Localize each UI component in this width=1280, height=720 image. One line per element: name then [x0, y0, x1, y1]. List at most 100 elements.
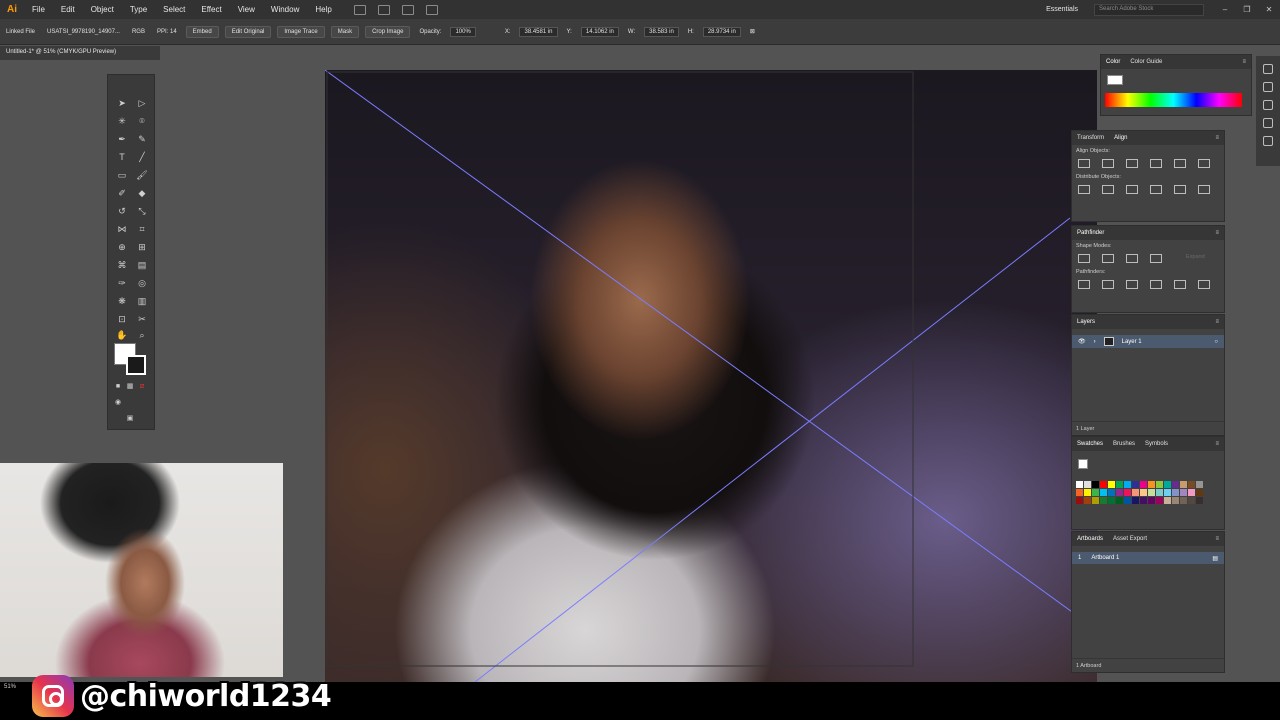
- gradient-mode-icon[interactable]: ▦: [124, 381, 136, 393]
- color-swatch[interactable]: [1140, 489, 1147, 496]
- mesh-tool-icon[interactable]: ⌘: [116, 259, 128, 271]
- hand-tool-icon[interactable]: ✋: [116, 329, 128, 341]
- layer-name[interactable]: Layer 1: [1122, 339, 1142, 345]
- outline-icon[interactable]: [1174, 280, 1186, 289]
- color-swatch[interactable]: [1092, 489, 1099, 496]
- color-swatch[interactable]: [1076, 489, 1083, 496]
- minus-back-icon[interactable]: [1198, 280, 1210, 289]
- minimize-icon[interactable]: –: [1214, 5, 1236, 14]
- tab-swatches[interactable]: Swatches: [1077, 441, 1103, 447]
- symbol-sprayer-tool-icon[interactable]: ❋: [116, 295, 128, 307]
- color-swatch[interactable]: [1148, 481, 1155, 488]
- color-spectrum[interactable]: [1105, 93, 1242, 107]
- color-swatch[interactable]: [1196, 497, 1203, 504]
- unite-icon[interactable]: [1078, 254, 1090, 263]
- gradient-tool-icon[interactable]: ▤: [136, 259, 148, 271]
- color-swatch[interactable]: [1156, 481, 1163, 488]
- menu-file[interactable]: File: [24, 5, 53, 14]
- stroke-swatch[interactable]: [126, 355, 146, 375]
- free-transform-tool-icon[interactable]: ⌗: [136, 223, 148, 235]
- align-vcenter-icon[interactable]: [1174, 159, 1186, 168]
- shaper-tool-icon[interactable]: ✐: [116, 187, 128, 199]
- tab-asset-export[interactable]: Asset Export: [1113, 536, 1147, 542]
- slice-tool-icon[interactable]: ✂: [136, 313, 148, 325]
- target-circle-icon[interactable]: ○: [1214, 339, 1218, 345]
- image-trace-button[interactable]: Image Trace: [277, 25, 325, 38]
- artboard-name[interactable]: Artboard 1: [1091, 555, 1119, 561]
- transparency-icon[interactable]: [1263, 136, 1273, 146]
- line-tool-icon[interactable]: ╱: [136, 151, 148, 163]
- color-swatch[interactable]: [1108, 489, 1115, 496]
- selection-tool-icon[interactable]: ➤: [116, 97, 128, 109]
- color-swatch[interactable]: [1132, 489, 1139, 496]
- arrange-documents-icon[interactable]: [401, 4, 414, 15]
- color-swatch[interactable]: [1100, 497, 1107, 504]
- color-swatch[interactable]: [1188, 497, 1195, 504]
- close-icon[interactable]: ✕: [1258, 5, 1280, 14]
- distribute-bottom-icon[interactable]: [1126, 185, 1138, 194]
- color-swatch[interactable]: [1196, 489, 1203, 496]
- color-swatch[interactable]: [1076, 481, 1083, 488]
- menu-select[interactable]: Select: [155, 5, 193, 14]
- lasso-tool-icon[interactable]: ⌾: [136, 115, 148, 127]
- zoom-level[interactable]: 51%: [4, 684, 16, 690]
- artboard-options-icon[interactable]: ▤: [1212, 555, 1218, 562]
- distribute-vcenter-icon[interactable]: [1102, 185, 1114, 194]
- tab-artboards[interactable]: Artboards: [1077, 536, 1103, 542]
- color-swatch[interactable]: [1084, 497, 1091, 504]
- edit-original-button[interactable]: Edit Original: [224, 25, 272, 38]
- pen-tool-icon[interactable]: ✒: [116, 133, 128, 145]
- color-swatch[interactable]: [1164, 481, 1171, 488]
- linked-file-label[interactable]: Linked File: [0, 29, 41, 35]
- column-graph-tool-icon[interactable]: ▥: [136, 295, 148, 307]
- expand-button[interactable]: Expand: [1186, 254, 1205, 263]
- file-name-link[interactable]: USATSI_9978190_14907...: [41, 29, 126, 35]
- trim-icon[interactable]: [1102, 280, 1114, 289]
- merge-icon[interactable]: [1126, 280, 1138, 289]
- crop-icon[interactable]: [1150, 280, 1162, 289]
- perspective-grid-tool-icon[interactable]: ⊞: [136, 241, 148, 253]
- crop-image-button[interactable]: Crop Image: [365, 25, 411, 38]
- transform-icon[interactable]: ⊠: [744, 28, 761, 35]
- exclude-icon[interactable]: [1150, 254, 1162, 263]
- panel-menu-icon[interactable]: ≡: [1242, 59, 1246, 65]
- menu-object[interactable]: Object: [83, 5, 122, 14]
- gpu-performance-icon[interactable]: [425, 4, 438, 15]
- color-swatch[interactable]: [1116, 481, 1123, 488]
- color-swatch[interactable]: [1140, 497, 1147, 504]
- color-swatch[interactable]: [1132, 497, 1139, 504]
- intersect-icon[interactable]: [1126, 254, 1138, 263]
- distribute-left-icon[interactable]: [1150, 185, 1162, 194]
- y-field[interactable]: 14.1062 in: [580, 26, 619, 37]
- eraser-tool-icon[interactable]: ◆: [136, 187, 148, 199]
- tab-pathfinder[interactable]: Pathfinder: [1077, 230, 1104, 236]
- color-swatch[interactable]: [1100, 489, 1107, 496]
- opacity-field[interactable]: 100%: [450, 26, 476, 37]
- graphic-styles-icon[interactable]: [1263, 82, 1273, 92]
- mask-button[interactable]: Mask: [330, 25, 360, 38]
- color-swatch[interactable]: [1140, 481, 1147, 488]
- x-field[interactable]: 38.4581 in: [519, 26, 558, 37]
- direct-selection-tool-icon[interactable]: ▷: [136, 97, 148, 109]
- color-swatch[interactable]: [1148, 489, 1155, 496]
- screen-mode-icon[interactable]: ▣: [124, 413, 136, 425]
- minus-front-icon[interactable]: [1102, 254, 1114, 263]
- color-swatch[interactable]: [1108, 497, 1115, 504]
- panel-menu-icon[interactable]: ≡: [1215, 230, 1219, 236]
- align-right-icon[interactable]: [1126, 159, 1138, 168]
- color-swatch[interactable]: [1196, 481, 1203, 488]
- rotate-tool-icon[interactable]: ↺: [116, 205, 128, 217]
- align-left-icon[interactable]: [1078, 159, 1090, 168]
- color-swatch[interactable]: [1100, 481, 1107, 488]
- scale-tool-icon[interactable]: ⤡: [136, 205, 148, 217]
- artboard-tool-icon[interactable]: ⊡: [116, 313, 128, 325]
- menu-view[interactable]: View: [230, 5, 263, 14]
- curvature-tool-icon[interactable]: ✎: [136, 133, 148, 145]
- restore-icon[interactable]: ❐: [1236, 5, 1258, 14]
- color-swatch[interactable]: [1116, 489, 1123, 496]
- color-swatch[interactable]: [1148, 497, 1155, 504]
- width-field[interactable]: 38.583 in: [644, 26, 679, 37]
- color-mode-icon[interactable]: ■: [112, 381, 124, 393]
- blend-tool-icon[interactable]: ◎: [136, 277, 148, 289]
- document-tab[interactable]: Untitled-1* @ 51% (CMYK/GPU Preview): [0, 46, 160, 60]
